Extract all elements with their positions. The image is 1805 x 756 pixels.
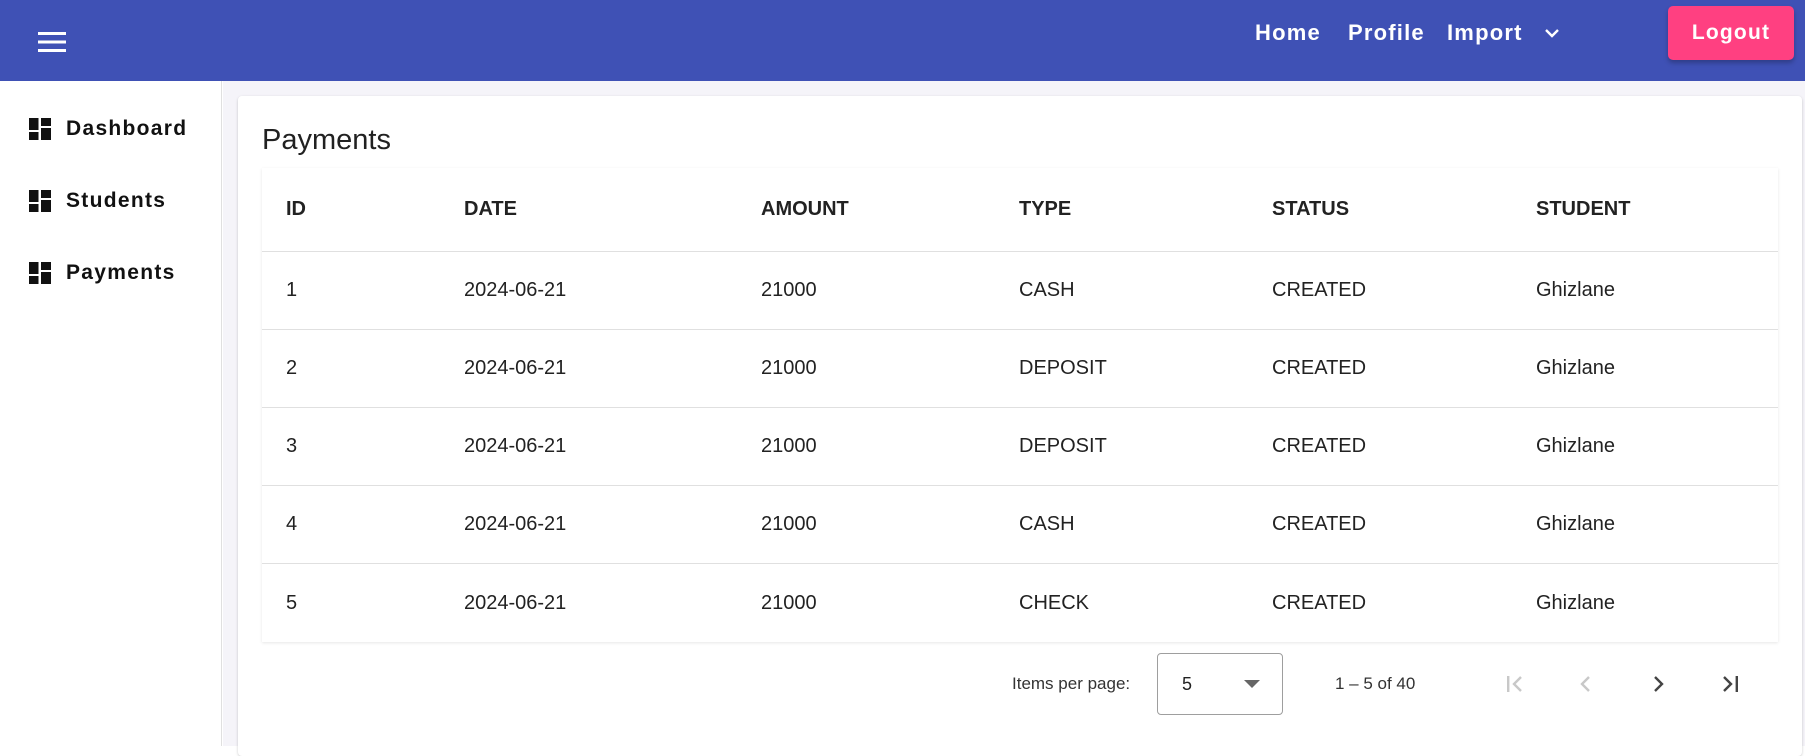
- cell-id: 2: [286, 357, 298, 379]
- paginator: Items per page: 5 1 – 5 of 40: [238, 644, 1802, 724]
- cell-id: 1: [286, 279, 298, 301]
- sidebar-item-label: Dashboard: [66, 117, 188, 140]
- items-per-page-label: Items per page:: [1012, 674, 1131, 693]
- menu-icon[interactable]: [28, 18, 76, 66]
- first-page-button[interactable]: [1491, 660, 1539, 708]
- nav-import-menu[interactable]: Import: [1447, 0, 1561, 66]
- top-toolbar: Home Profile Import Logout: [0, 0, 1805, 81]
- cell-student: Ghizlane: [1536, 513, 1615, 535]
- cell-student: Ghizlane: [1536, 591, 1615, 614]
- sidebar-item-label: Payments: [66, 261, 176, 284]
- cell-status: CREATED: [1272, 279, 1367, 301]
- cell-status: CREATED: [1272, 435, 1367, 457]
- logout-label: Logout: [1691, 21, 1771, 44]
- cell-date: 2024-06-21: [464, 435, 567, 457]
- dashboard-icon: [29, 190, 51, 212]
- cell-type: DEPOSIT: [1019, 357, 1107, 379]
- cell-student: Ghizlane: [1536, 279, 1615, 301]
- page-size-select[interactable]: 5: [1157, 653, 1283, 715]
- next-page-button[interactable]: [1634, 660, 1682, 708]
- nav-profile-label: Profile: [1348, 20, 1425, 45]
- table-row[interactable]: 2 2024-06-21 21000 DEPOSIT CREATED Ghizl…: [262, 330, 1778, 408]
- nav-home-label: Home: [1255, 20, 1321, 45]
- cell-date: 2024-06-21: [464, 513, 567, 535]
- table-row[interactable]: 4 2024-06-21 21000 CASH CREATED Ghizlane: [262, 486, 1778, 564]
- cell-amount: 21000: [761, 357, 817, 379]
- cell-amount: 21000: [761, 513, 817, 535]
- nav-import-label: Import: [1447, 20, 1523, 45]
- cell-type: DEPOSIT: [1019, 435, 1107, 457]
- dashboard-icon: [29, 262, 51, 284]
- dropdown-arrow-icon: [1244, 680, 1260, 688]
- nav-home-link[interactable]: Home: [1255, 0, 1321, 66]
- sidebar-item-label: Students: [66, 189, 167, 212]
- payments-table: ID DATE AMOUNT TYPE STATUS STUDENT 1 202…: [262, 168, 1778, 642]
- cell-id: 3: [286, 435, 298, 457]
- first-page-icon: [1507, 676, 1522, 692]
- dashboard-icon: [29, 118, 51, 140]
- cell-amount: 21000: [761, 279, 817, 301]
- column-header-amount[interactable]: AMOUNT: [761, 168, 849, 251]
- table-row[interactable]: 3 2024-06-21 21000 DEPOSIT CREATED Ghizl…: [262, 408, 1778, 486]
- cell-id: 5: [286, 591, 298, 614]
- cell-status: CREATED: [1272, 591, 1367, 614]
- payments-card: Payments ID DATE AMOUNT TYPE STATUS STUD…: [238, 96, 1802, 756]
- cell-id: 4: [286, 513, 298, 535]
- nav-profile-link[interactable]: Profile: [1348, 0, 1425, 66]
- sidebar-item-dashboard[interactable]: Dashboard: [29, 109, 187, 149]
- cell-status: CREATED: [1272, 513, 1367, 535]
- cell-type: CHECK: [1019, 591, 1090, 614]
- chevron-left-icon: [1580, 676, 1590, 692]
- previous-page-button[interactable]: [1562, 660, 1610, 708]
- table-header-row: ID DATE AMOUNT TYPE STATUS STUDENT: [262, 168, 1778, 252]
- cell-type: CASH: [1019, 279, 1075, 301]
- cell-amount: 21000: [761, 435, 817, 457]
- cell-student: Ghizlane: [1536, 357, 1615, 379]
- column-header-type[interactable]: TYPE: [1019, 168, 1071, 251]
- cell-date: 2024-06-21: [464, 357, 567, 379]
- page-size-value: 5: [1182, 673, 1193, 694]
- table-row[interactable]: 5 2024-06-21 21000 CHECK CREATED Ghizlan…: [262, 564, 1778, 642]
- last-page-button[interactable]: [1706, 660, 1754, 708]
- sidebar: Dashboard Students Payments: [0, 81, 222, 746]
- cell-amount: 21000: [761, 591, 817, 614]
- table-row[interactable]: 1 2024-06-21 21000 CASH CREATED Ghizlane: [262, 252, 1778, 330]
- cell-date: 2024-06-21: [464, 279, 567, 301]
- logout-button[interactable]: Logout: [1668, 6, 1794, 60]
- column-header-student[interactable]: STUDENT: [1536, 168, 1630, 251]
- page-title: Payments: [262, 124, 391, 156]
- cell-type: CASH: [1019, 513, 1075, 535]
- column-header-date[interactable]: DATE: [464, 168, 517, 251]
- cell-student: Ghizlane: [1536, 435, 1615, 457]
- chevron-right-icon: [1654, 676, 1664, 692]
- cell-date: 2024-06-21: [464, 591, 567, 614]
- chevron-down-icon: [1544, 29, 1559, 38]
- last-page-icon: [1723, 676, 1738, 692]
- column-header-status[interactable]: STATUS: [1272, 168, 1349, 251]
- sidebar-item-students[interactable]: Students: [29, 181, 166, 221]
- cell-status: CREATED: [1272, 357, 1367, 379]
- column-header-id[interactable]: ID: [286, 168, 306, 251]
- sidebar-item-payments[interactable]: Payments: [29, 253, 176, 293]
- page-range-label: 1 – 5 of 40: [1335, 674, 1416, 693]
